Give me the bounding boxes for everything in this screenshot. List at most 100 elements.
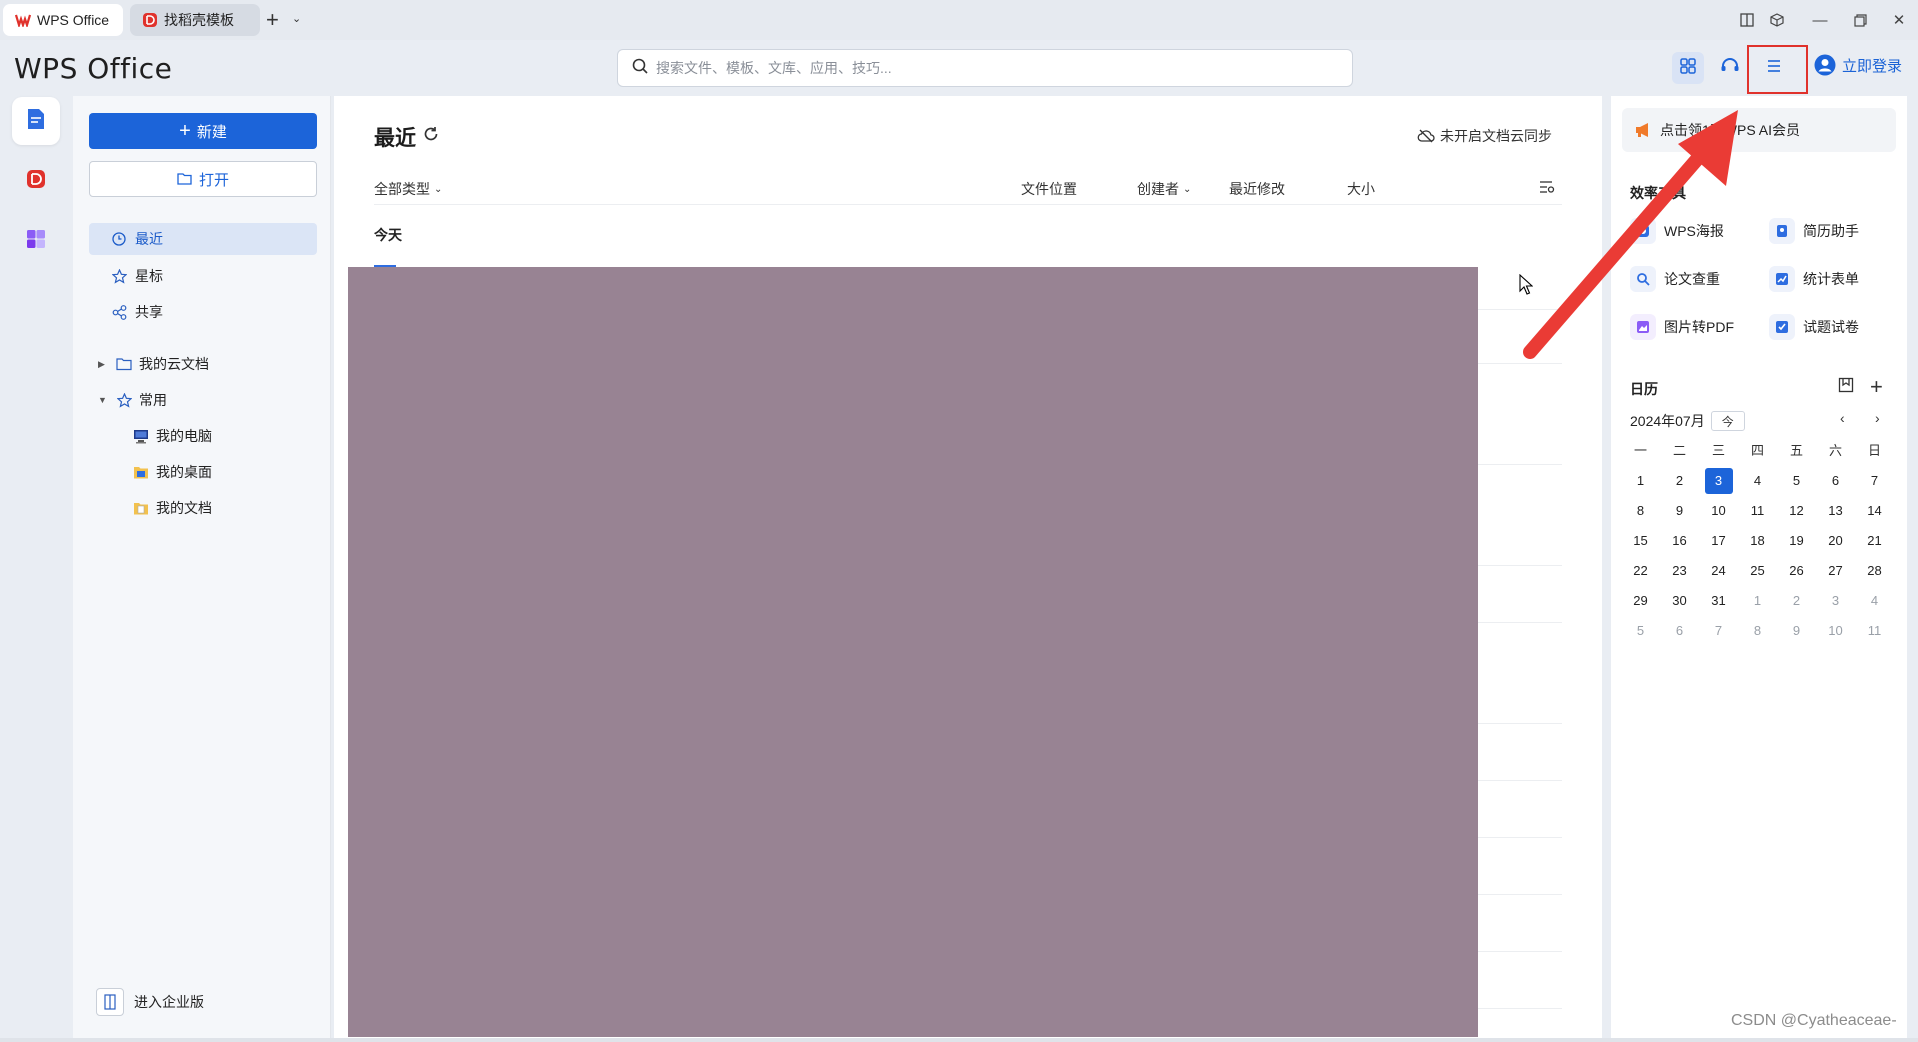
- calendar-day-selected[interactable]: 3: [1704, 468, 1733, 494]
- calendar-day-next-month[interactable]: 11: [1855, 618, 1894, 644]
- new-button[interactable]: + 新建: [89, 113, 317, 149]
- docer-icon: [142, 12, 158, 28]
- calendar-day[interactable]: 2: [1660, 468, 1699, 494]
- apps-grid-button[interactable]: [1672, 52, 1704, 84]
- column-modified[interactable]: 最近修改: [1229, 179, 1285, 199]
- tab-strip: [0, 0, 1918, 40]
- folder-open-icon: [177, 172, 193, 186]
- calendar-month-selector[interactable]: 2024年07月 今: [1630, 411, 1745, 431]
- weekday-label: 一: [1633, 443, 1647, 458]
- search-input[interactable]: [656, 60, 1316, 76]
- tree-item-my-computer[interactable]: 我的电脑: [133, 424, 212, 448]
- calendar-day[interactable]: 24: [1699, 558, 1738, 584]
- calendar-day[interactable]: 30: [1660, 588, 1699, 614]
- refresh-icon[interactable]: [422, 125, 440, 147]
- apps-icon: [26, 229, 46, 253]
- calendar-month-label: 2024年07月: [1630, 413, 1705, 429]
- tab-docer-templates[interactable]: 找稻壳模板: [130, 4, 260, 36]
- search-box[interactable]: [617, 49, 1353, 87]
- calendar-day[interactable]: 8: [1621, 498, 1660, 524]
- chevron-down-icon: ⌄: [434, 183, 443, 195]
- cube-icon[interactable]: [1764, 8, 1790, 32]
- tree-item-my-desktop[interactable]: 我的桌面: [133, 460, 212, 484]
- calendar-day-next-month[interactable]: 6: [1660, 618, 1699, 644]
- calendar-day[interactable]: 17: [1699, 528, 1738, 554]
- open-button[interactable]: 打开: [89, 161, 317, 197]
- weekday-label: 四: [1750, 443, 1764, 458]
- calendar-day[interactable]: 12: [1777, 498, 1816, 524]
- new-label: 新建: [196, 123, 227, 141]
- calendar-day[interactable]: 4: [1738, 468, 1777, 494]
- enterprise-entry[interactable]: 进入企业版: [96, 988, 204, 1016]
- calendar-day-next-month[interactable]: 9: [1777, 618, 1816, 644]
- add-event-icon[interactable]: +: [1870, 374, 1883, 400]
- calendar-day[interactable]: 20: [1816, 528, 1855, 554]
- calendar-week: 15 16 17 18 19 20 21: [1621, 526, 1897, 556]
- calendar-day-next-month[interactable]: 3: [1816, 588, 1855, 614]
- column-size[interactable]: 大小: [1347, 179, 1375, 199]
- calendar-day[interactable]: 25: [1738, 558, 1777, 584]
- weekday-label: 日: [1867, 443, 1881, 458]
- calendar-day[interactable]: 23: [1660, 558, 1699, 584]
- tree-item-my-documents[interactable]: 我的文档: [133, 496, 212, 520]
- calendar-day-next-month[interactable]: 7: [1699, 618, 1738, 644]
- rail-documents-button[interactable]: [12, 97, 60, 145]
- close-icon[interactable]: ✕: [1886, 8, 1912, 32]
- tool-exam-papers[interactable]: 试题试卷: [1769, 314, 1859, 340]
- sidebar-item-starred[interactable]: 星标: [89, 260, 317, 292]
- caret-down-icon[interactable]: ▼: [98, 395, 110, 405]
- calendar-day[interactable]: 16: [1660, 528, 1699, 554]
- calendar-day[interactable]: 6: [1816, 468, 1855, 494]
- sidebar-toggle-icon[interactable]: [1734, 8, 1760, 32]
- calendar-day[interactable]: 21: [1855, 528, 1894, 554]
- calendar-day[interactable]: 11: [1738, 498, 1777, 524]
- tool-resume-assistant[interactable]: 简历助手: [1769, 218, 1859, 244]
- calendar-day[interactable]: 19: [1777, 528, 1816, 554]
- type-filter-dropdown[interactable]: 全部类型 ⌄: [374, 179, 442, 199]
- tab-wps-office[interactable]: WPS Office: [3, 4, 123, 36]
- calendar-day[interactable]: 1: [1621, 468, 1660, 494]
- minimize-icon[interactable]: —: [1807, 8, 1833, 32]
- tab-list-chevron-icon[interactable]: ⌄: [292, 12, 301, 25]
- calendar-day[interactable]: 31: [1699, 588, 1738, 614]
- login-button[interactable]: 立即登录: [1814, 54, 1902, 76]
- creator-filter-dropdown[interactable]: 创建者 ⌄: [1137, 179, 1191, 199]
- calendar-day-next-month[interactable]: 10: [1816, 618, 1855, 644]
- rail-pdf-button[interactable]: [12, 157, 60, 205]
- calendar-day[interactable]: 9: [1660, 498, 1699, 524]
- calendar-day-next-month[interactable]: 1: [1738, 588, 1777, 614]
- divider: [1478, 837, 1562, 838]
- chevron-right-icon[interactable]: ›: [1875, 410, 1880, 426]
- tool-label: 统计表单: [1803, 271, 1859, 287]
- calendar-day[interactable]: 28: [1855, 558, 1894, 584]
- bookmark-add-icon[interactable]: [1838, 377, 1854, 397]
- calendar-day[interactable]: 5: [1777, 468, 1816, 494]
- calendar-day-next-month[interactable]: 4: [1855, 588, 1894, 614]
- column-location[interactable]: 文件位置: [1021, 179, 1077, 199]
- caret-right-icon[interactable]: ▶: [98, 359, 110, 370]
- calendar-day[interactable]: 29: [1621, 588, 1660, 614]
- calendar-day[interactable]: 14: [1855, 498, 1894, 524]
- rail-apps-button[interactable]: [12, 217, 60, 265]
- calendar-day-next-month[interactable]: 2: [1777, 588, 1816, 614]
- calendar-day-next-month[interactable]: 5: [1621, 618, 1660, 644]
- sidebar-item-recent[interactable]: 最近: [89, 223, 317, 255]
- calendar-day[interactable]: 15: [1621, 528, 1660, 554]
- support-button[interactable]: [1714, 52, 1746, 84]
- chevron-left-icon[interactable]: ‹: [1840, 410, 1845, 426]
- calendar-day[interactable]: 18: [1738, 528, 1777, 554]
- new-tab-button[interactable]: +: [266, 8, 279, 32]
- tree-item-cloud-docs[interactable]: ▶ 我的云文档: [98, 352, 209, 376]
- calendar-day-next-month[interactable]: 8: [1738, 618, 1777, 644]
- restore-icon[interactable]: [1847, 8, 1873, 32]
- calendar-day[interactable]: 22: [1621, 558, 1660, 584]
- tool-stats-form[interactable]: 统计表单: [1769, 266, 1859, 292]
- calendar-day[interactable]: 7: [1855, 468, 1894, 494]
- calendar-day[interactable]: 10: [1699, 498, 1738, 524]
- today-button[interactable]: 今: [1710, 411, 1745, 431]
- calendar-day[interactable]: 26: [1777, 558, 1816, 584]
- tree-item-common[interactable]: ▼ 常用: [98, 388, 167, 412]
- calendar-day[interactable]: 27: [1816, 558, 1855, 584]
- sidebar-item-shared[interactable]: 共享: [89, 296, 317, 328]
- calendar-day[interactable]: 13: [1816, 498, 1855, 524]
